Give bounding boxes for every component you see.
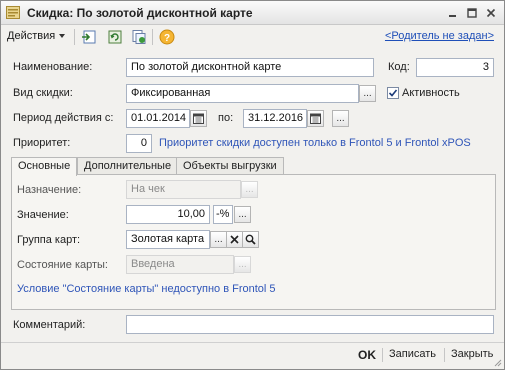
minimize-icon: [449, 14, 456, 17]
card-state-note: Условие "Состояние карты" недоступно в F…: [17, 283, 276, 295]
purpose-field: На чек: [126, 180, 241, 199]
priority-label: Приоритет:: [13, 137, 71, 149]
resize-grip-icon[interactable]: [494, 359, 502, 367]
toolbar: Действия ? <Родитель не задан>: [1, 26, 504, 48]
name-label: Наименование:: [13, 61, 93, 73]
card-state-field: Введена: [126, 255, 234, 274]
code-label: Код:: [388, 61, 410, 73]
move-to-group-icon[interactable]: [81, 29, 97, 45]
actions-label: Действия: [7, 30, 56, 42]
priority-field[interactable]: 0: [126, 134, 152, 153]
minimize-button[interactable]: [445, 5, 461, 20]
discount-type-select-button[interactable]: ...: [359, 85, 376, 102]
close-window-button[interactable]: [483, 5, 499, 20]
actions-menu[interactable]: Действия: [7, 30, 66, 42]
maximize-button[interactable]: [464, 5, 480, 20]
purpose-label: Назначение:: [17, 184, 82, 196]
card-group-select-button[interactable]: ...: [210, 231, 227, 248]
footer-separator: [1, 342, 504, 343]
purpose-select-button: ...: [241, 181, 258, 198]
copy-icon[interactable]: [131, 29, 147, 45]
card-group-search-button[interactable]: [242, 231, 259, 248]
period-to-calendar-button[interactable]: [307, 110, 324, 127]
toolbar-separator: [152, 29, 153, 45]
svg-text:?: ?: [164, 33, 170, 44]
card-group-clear-button[interactable]: [226, 231, 243, 248]
window-title: Скидка: По золотой дисконтной карте: [27, 6, 253, 20]
value-amount-field[interactable]: 10,00: [126, 205, 210, 224]
footer-button-separator: [382, 348, 383, 362]
value-label: Значение:: [17, 209, 69, 221]
ok-button[interactable]: OK: [358, 348, 376, 362]
card-state-select-button: ...: [234, 256, 251, 273]
search-icon: [245, 234, 256, 245]
main-tab-panel: Назначение: На чек ... Значение: 10,00 -…: [11, 174, 496, 310]
comment-field[interactable]: [126, 315, 494, 334]
card-group-label: Группа карт:: [17, 234, 81, 246]
period-to-label: по:: [218, 112, 234, 124]
card-state-label: Состояние карты:: [17, 259, 108, 271]
code-field[interactable]: 3: [416, 58, 494, 77]
name-field[interactable]: По золотой дисконтной карте: [126, 58, 374, 77]
form-icon: [6, 6, 20, 19]
chevron-down-icon: [59, 34, 66, 39]
tab-additional[interactable]: Дополнительные: [77, 157, 179, 175]
value-unit-field[interactable]: -%: [213, 205, 233, 224]
toolbar-separator: [74, 29, 75, 45]
discount-window: Скидка: По золотой дисконтной карте Дейс…: [0, 0, 505, 370]
close-button[interactable]: Закрыть: [451, 348, 493, 360]
active-checkbox[interactable]: [387, 87, 399, 99]
value-unit-select-button[interactable]: ...: [234, 206, 251, 223]
parent-link[interactable]: <Родитель не задан>: [385, 30, 494, 42]
refresh-icon[interactable]: [107, 29, 123, 45]
tab-export-objects[interactable]: Объекты выгрузки: [176, 157, 284, 175]
clear-icon: [230, 235, 239, 244]
help-icon[interactable]: ?: [159, 29, 175, 45]
close-icon: [486, 8, 496, 17]
period-label: Период действия с:: [13, 112, 114, 124]
tab-main[interactable]: Основные: [11, 157, 78, 176]
type-label: Вид скидки:: [13, 87, 73, 99]
calendar-icon: [310, 113, 321, 124]
period-from-field[interactable]: 01.01.2014: [126, 109, 190, 128]
priority-note: Приоритет скидки доступен только в Front…: [159, 137, 471, 149]
checkmark-icon: [388, 89, 398, 97]
period-from-calendar-button[interactable]: [190, 110, 207, 127]
title-bar: Скидка: По золотой дисконтной карте: [1, 1, 504, 25]
active-label: Активность: [402, 87, 460, 99]
save-button[interactable]: Записать: [389, 348, 436, 360]
period-select-button[interactable]: ...: [332, 110, 349, 127]
discount-type-field[interactable]: Фиксированная: [126, 84, 359, 103]
footer-button-separator: [444, 348, 445, 362]
comment-label: Комментарий:: [13, 319, 86, 331]
period-to-field[interactable]: 31.12.2016: [243, 109, 307, 128]
calendar-icon: [193, 113, 204, 124]
maximize-icon: [467, 7, 477, 18]
card-group-field[interactable]: Золотая карта: [126, 230, 210, 249]
